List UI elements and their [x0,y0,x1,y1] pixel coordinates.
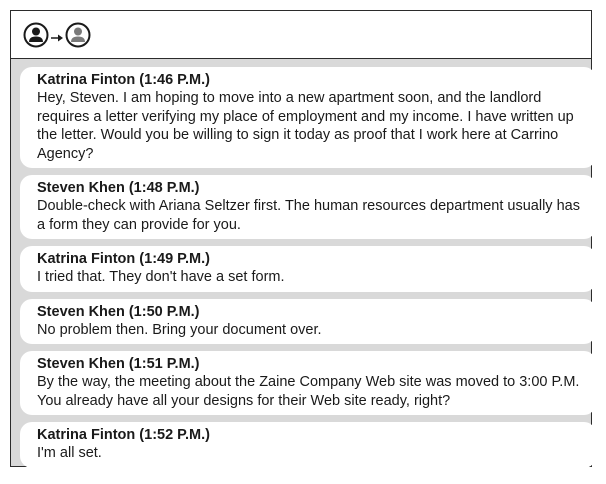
message-text: No problem then. Bring your document ove… [37,321,322,338]
message-item: Steven Khen (1:51 P.M.) By the way, the … [20,351,596,415]
message-text: Double-check with Ariana Seltzer first. … [37,198,580,233]
message-header: Katrina Finton (1:49 P.M.) [37,251,210,267]
message-item: Katrina Finton (1:46 P.M.) Hey, Steven. … [20,67,596,168]
message-item: Steven Khen (1:48 P.M.) Double-check wit… [20,175,596,239]
person-icon [23,22,49,48]
message-header: Steven Khen (1:48 P.M.) [37,180,200,196]
message-header: Katrina Finton (1:52 P.M.) [37,427,210,443]
message-header: Katrina Finton (1:46 P.M.) [37,72,210,88]
chat-header [11,11,591,59]
message-item: Steven Khen (1:50 P.M.) No problem then.… [20,298,596,344]
message-header: Steven Khen (1:50 P.M.) [37,303,200,320]
person-icon [65,22,91,48]
message-item: Katrina Finton (1:49 P.M.) I tried that.… [20,246,596,292]
message-header: Steven Khen (1:51 P.M.) [37,356,200,372]
message-text: I tried that. They don't have a set form… [37,269,285,285]
message-item: Katrina Finton (1:52 P.M.) I'm all set. [20,422,596,468]
message-text: I'm all set. [37,445,102,461]
chat-window: Katrina Finton (1:46 P.M.) Hey, Steven. … [10,10,596,468]
right-arrow-icon [50,30,64,41]
message-list: Katrina Finton (1:46 P.M.) Hey, Steven. … [11,67,596,468]
message-text: By the way, the meeting about the Zaine … [37,374,580,409]
message-text: Hey, Steven. I am hoping to move into a … [37,90,574,162]
